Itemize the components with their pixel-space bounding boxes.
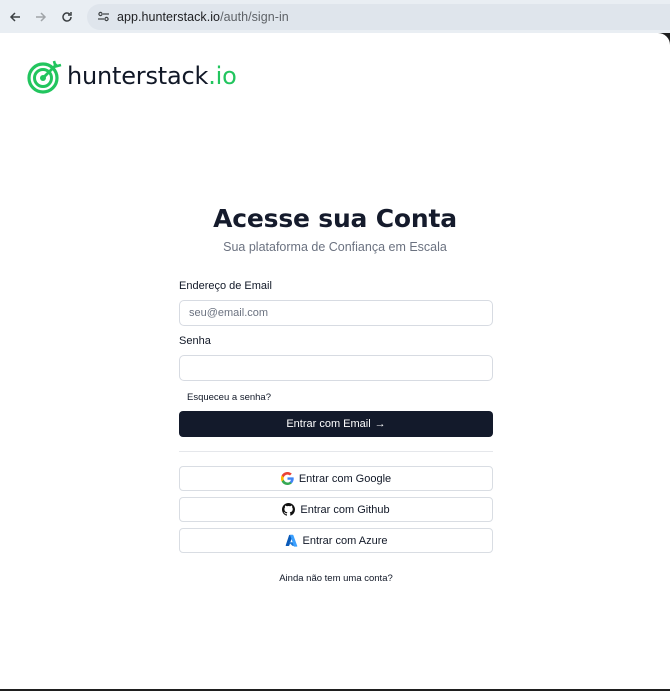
page-viewport: hunterstack.io Acesse sua Conta Sua plat… bbox=[0, 33, 670, 689]
divider bbox=[179, 451, 493, 452]
github-sign-in-label: Entrar com Github bbox=[300, 503, 390, 516]
page-title: Acesse sua Conta bbox=[213, 204, 457, 233]
url-host: app.hunterstack.io bbox=[117, 9, 221, 24]
arrow-left-icon bbox=[9, 11, 20, 22]
password-field[interactable] bbox=[179, 355, 493, 381]
google-icon bbox=[280, 472, 294, 485]
azure-sign-in-button[interactable]: Entrar com Azure bbox=[179, 528, 493, 553]
target-arrow-icon bbox=[27, 60, 62, 94]
arrow-right-icon bbox=[36, 11, 47, 22]
google-sign-in-label: Entrar com Google bbox=[298, 472, 392, 485]
reload-icon bbox=[62, 11, 72, 22]
azure-icon bbox=[285, 534, 297, 547]
site-settings-icon[interactable] bbox=[95, 9, 111, 25]
reload-button[interactable] bbox=[55, 5, 79, 29]
email-sign-in-button[interactable]: Entrar com Email → bbox=[179, 411, 493, 437]
github-sign-in-button[interactable]: Entrar com Github bbox=[179, 497, 493, 522]
email-field[interactable] bbox=[179, 300, 493, 326]
email-label: Endereço de Email bbox=[179, 280, 272, 292]
github-icon bbox=[282, 503, 296, 516]
brand-tld: .io bbox=[208, 62, 237, 90]
sign-in-form: Endereço de Email Senha Esqueceu a senha… bbox=[179, 280, 493, 584]
brand-logo[interactable]: hunterstack.io bbox=[26, 57, 237, 95]
password-label: Senha bbox=[179, 335, 211, 347]
arrow-right-icon: → bbox=[374, 418, 386, 430]
forward-button[interactable] bbox=[29, 5, 53, 29]
brand-wordmark: hunterstack.io bbox=[67, 62, 237, 90]
forgot-password-link[interactable]: Esqueceu a senha? bbox=[187, 392, 493, 404]
url-text: app.hunterstack.io/auth/sign-in bbox=[117, 10, 289, 24]
sign-up-link[interactable]: Ainda não tem uma conta? bbox=[179, 573, 493, 584]
page-subtitle: Sua plataforma de Confiança em Escala bbox=[223, 240, 447, 254]
window-corner bbox=[658, 33, 670, 45]
browser-toolbar: app.hunterstack.io/auth/sign-in bbox=[0, 0, 670, 33]
url-path: /auth/sign-in bbox=[220, 9, 289, 24]
back-button[interactable] bbox=[3, 5, 27, 29]
azure-sign-in-label: Entrar com Azure bbox=[302, 534, 388, 547]
brand-name: hunterstack bbox=[67, 62, 209, 90]
email-sign-in-label: Entrar com Email bbox=[286, 418, 371, 430]
address-bar[interactable]: app.hunterstack.io/auth/sign-in bbox=[87, 3, 670, 30]
google-sign-in-button[interactable]: Entrar com Google bbox=[179, 466, 493, 491]
